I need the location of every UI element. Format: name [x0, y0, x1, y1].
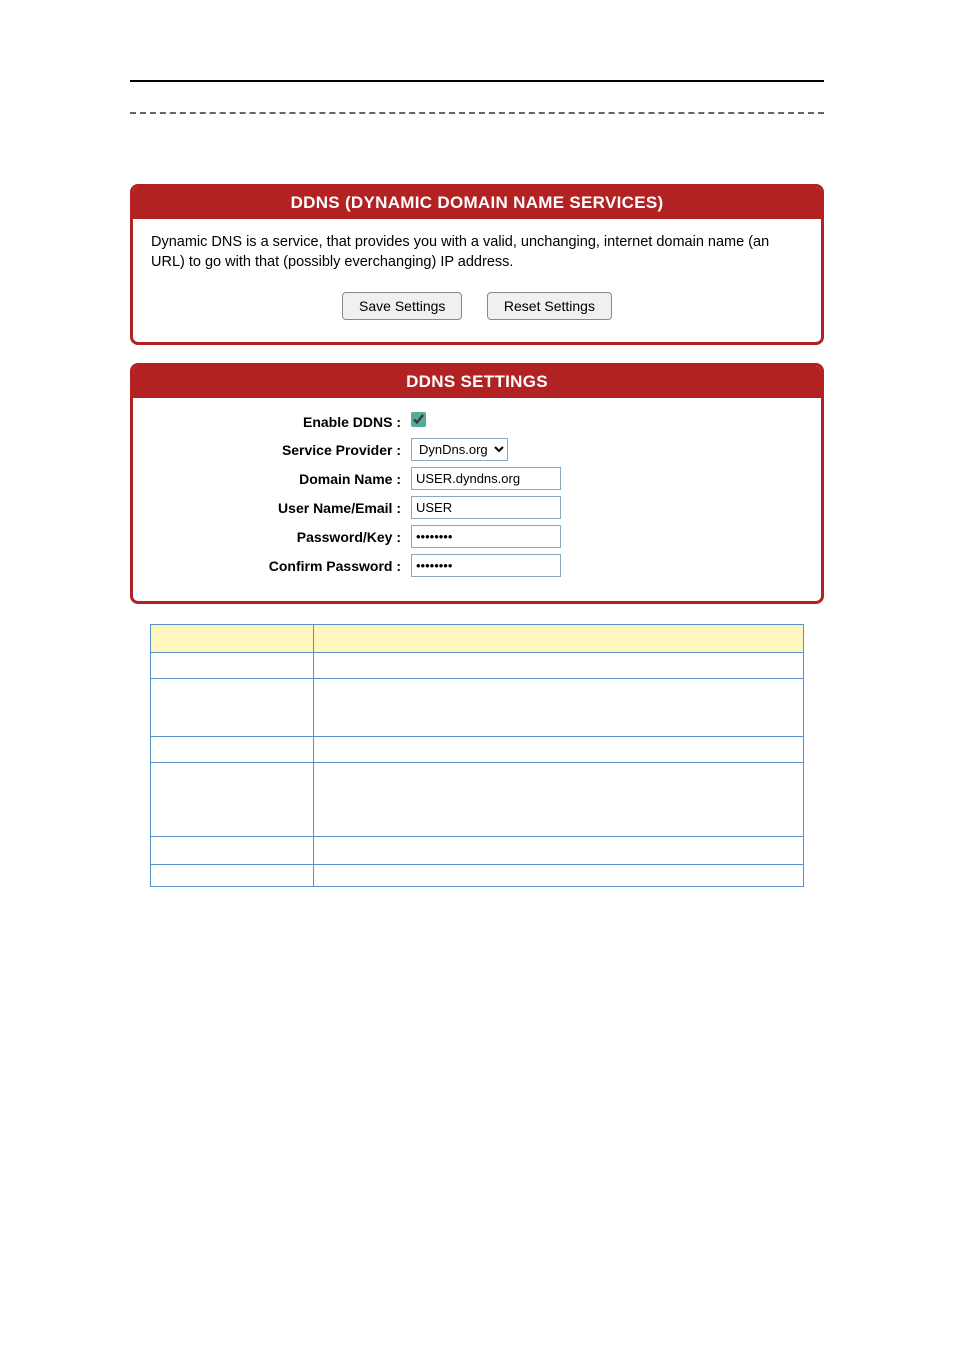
domain-name-input[interactable]	[411, 467, 561, 490]
confirm-password-input[interactable]	[411, 554, 561, 577]
ddns-description: Dynamic DNS is a service, that provides …	[151, 233, 803, 272]
top-divider	[130, 80, 824, 82]
ddns-info-body: Dynamic DNS is a service, that provides …	[133, 219, 821, 342]
row-password: Password/Key :	[151, 525, 803, 548]
row-confirm-password: Confirm Password :	[151, 554, 803, 577]
table-row	[151, 737, 804, 763]
password-input[interactable]	[411, 525, 561, 548]
dashed-divider	[130, 112, 824, 114]
username-input[interactable]	[411, 496, 561, 519]
info-table-header-1	[314, 625, 804, 653]
enable-ddns-checkbox[interactable]	[411, 412, 426, 427]
label-enable-ddns: Enable DDNS :	[151, 414, 411, 430]
button-row: Save Settings Reset Settings	[151, 292, 803, 320]
table-row	[151, 865, 804, 887]
row-service-provider: Service Provider : DynDns.org	[151, 438, 803, 461]
table-row	[151, 837, 804, 865]
table-row	[151, 653, 804, 679]
row-enable-ddns: Enable DDNS :	[151, 412, 803, 432]
ddns-settings-panel: DDNS SETTINGS Enable DDNS : Service Prov…	[130, 363, 824, 604]
label-domain-name: Domain Name :	[151, 471, 411, 487]
label-service-provider: Service Provider :	[151, 442, 411, 458]
reset-settings-button[interactable]: Reset Settings	[487, 292, 612, 320]
ddns-settings-header: DDNS SETTINGS	[133, 366, 821, 398]
row-domain-name: Domain Name :	[151, 467, 803, 490]
row-username: User Name/Email :	[151, 496, 803, 519]
label-confirm-password: Confirm Password :	[151, 558, 411, 574]
service-provider-select[interactable]: DynDns.org	[411, 438, 508, 461]
table-row	[151, 679, 804, 737]
info-table	[150, 624, 804, 887]
save-settings-button[interactable]: Save Settings	[342, 292, 462, 320]
label-password: Password/Key :	[151, 529, 411, 545]
info-table-header-row	[151, 625, 804, 653]
table-row	[151, 763, 804, 837]
label-username: User Name/Email :	[151, 500, 411, 516]
info-table-header-0	[151, 625, 314, 653]
ddns-info-panel: DDNS (DYNAMIC DOMAIN NAME SERVICES) Dyna…	[130, 184, 824, 345]
ddns-info-header: DDNS (DYNAMIC DOMAIN NAME SERVICES)	[133, 187, 821, 219]
main-content: DDNS (DYNAMIC DOMAIN NAME SERVICES) Dyna…	[130, 184, 824, 604]
ddns-settings-body: Enable DDNS : Service Provider : DynDns.…	[133, 398, 821, 601]
